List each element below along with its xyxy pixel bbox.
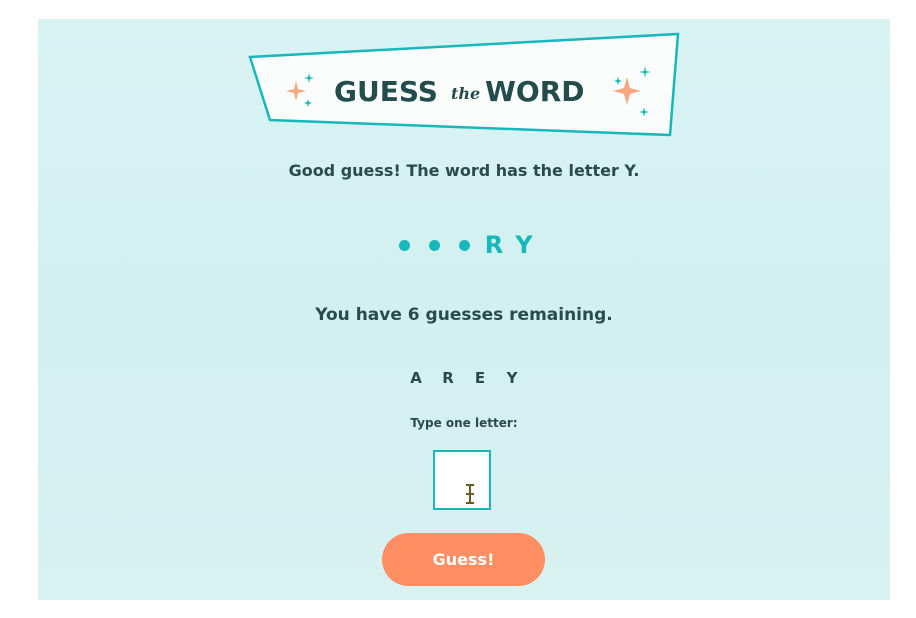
guessed-letter: E [474, 369, 486, 387]
status-message: Good guess! The word has the letter Y. [288, 161, 640, 180]
banner-title-guess: GUESS [334, 75, 438, 108]
title-banner: GUESS the WORD [246, 31, 686, 141]
hidden-letter-dot [398, 239, 410, 251]
revealed-letter: R [484, 231, 504, 259]
guessed-letter: R [442, 369, 454, 387]
revealed-letter: Y [515, 231, 533, 259]
hidden-letter-dot [428, 239, 440, 251]
guessed-letters: AREY [38, 369, 890, 387]
banner-logo: GUESS the WORD [248, 32, 680, 137]
guesses-remaining: You have 6 guesses remaining. [315, 305, 613, 325]
hidden-letter-slot [454, 230, 474, 260]
banner-title-word: WORD [485, 75, 585, 108]
guessed-letter: Y [506, 369, 518, 387]
hidden-letter-dot [458, 239, 470, 251]
text-cursor-icon [466, 484, 474, 504]
letter-input[interactable] [433, 450, 491, 510]
hidden-letter-slot [394, 230, 414, 260]
input-label: Type one letter: [410, 416, 518, 430]
hidden-letter-slot [424, 230, 444, 260]
guess-button[interactable]: Guess! [382, 533, 545, 586]
game-area: GUESS the WORD Good guess! The word has … [38, 19, 890, 600]
banner-title-the: the [451, 84, 480, 103]
word-display: RY [38, 230, 890, 260]
guessed-letter: A [410, 369, 422, 387]
